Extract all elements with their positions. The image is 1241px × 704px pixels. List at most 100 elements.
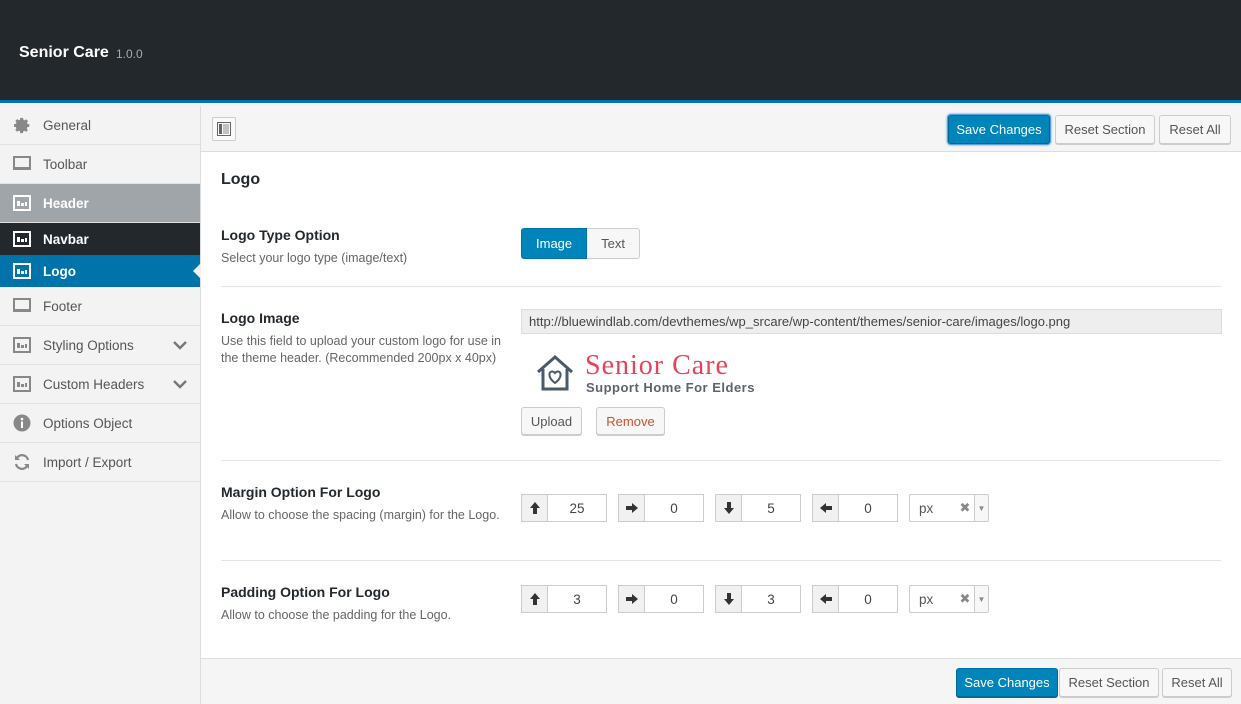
arrow-right-icon bbox=[618, 585, 645, 613]
logo-type-toggle: Image Text bbox=[521, 228, 640, 259]
refresh-icon bbox=[13, 454, 31, 470]
sidebar-item-label: Footer bbox=[43, 298, 83, 314]
padding-unit-select[interactable]: px ✖ ▼ bbox=[909, 585, 989, 613]
padding-left-input[interactable]: 0 bbox=[839, 585, 898, 613]
margin-bottom-field: 5 bbox=[715, 494, 801, 522]
margin-desc: Allow to choose the spacing (margin) for… bbox=[221, 508, 500, 522]
sidebar-item-label: General bbox=[43, 117, 92, 133]
gear-icon bbox=[13, 117, 31, 133]
logo-type-image-option[interactable]: Image bbox=[521, 228, 588, 259]
logo-type-text-option[interactable]: Text bbox=[587, 228, 640, 259]
logo-image-label: Logo Image bbox=[221, 310, 300, 326]
margin-bottom-input[interactable]: 5 bbox=[742, 494, 801, 522]
sidebar-item-styling-options[interactable]: Styling Options bbox=[0, 326, 200, 365]
logo-type-label: Logo Type Option bbox=[221, 227, 340, 243]
panel-toggle-icon[interactable] bbox=[212, 117, 236, 141]
sidebar-item-label: Toolbar bbox=[43, 156, 88, 172]
layout-icon bbox=[13, 195, 31, 211]
reset-section-button[interactable]: Reset Section bbox=[1055, 115, 1155, 144]
save-button[interactable]: Save Changes bbox=[956, 668, 1058, 697]
margin-top-field: 25 bbox=[521, 494, 607, 522]
logo-preview: Senior Care Support Home For Elders bbox=[517, 338, 819, 404]
options-toolbar: Save Changes Reset Section Reset All bbox=[201, 106, 1241, 152]
margin-unit-select[interactable]: px ✖ ▼ bbox=[909, 494, 989, 522]
top-header: Senior Care 1.0.0 bbox=[0, 0, 1241, 103]
sidebar-item-label: Header bbox=[43, 195, 89, 211]
layout-icon bbox=[13, 376, 31, 392]
reset-section-button[interactable]: Reset Section bbox=[1059, 668, 1159, 697]
padding-left-field: 0 bbox=[812, 585, 898, 613]
logo-brand-text: Senior Care bbox=[585, 350, 729, 381]
remove-button[interactable]: Remove bbox=[596, 407, 665, 435]
sidebar-item-options-object[interactable]: Options Object bbox=[0, 404, 200, 443]
padding-top-field: 3 bbox=[521, 585, 607, 613]
margin-left-input[interactable]: 0 bbox=[839, 494, 898, 522]
options-footer-bar: Save Changes Reset Section Reset All bbox=[201, 658, 1241, 704]
divider bbox=[221, 460, 1221, 461]
reset-all-button[interactable]: Reset All bbox=[1159, 115, 1231, 144]
padding-desc: Allow to choose the padding for the Logo… bbox=[221, 608, 452, 622]
reset-all-button[interactable]: Reset All bbox=[1162, 668, 1232, 697]
monitor-icon bbox=[13, 298, 31, 314]
monitor-icon bbox=[13, 156, 31, 172]
caret-down-icon[interactable]: ▼ bbox=[974, 495, 988, 521]
arrow-up-icon bbox=[521, 494, 548, 522]
chevron-down-icon[interactable] bbox=[172, 337, 188, 353]
layout-icon bbox=[13, 231, 31, 247]
house-heart-icon bbox=[537, 354, 573, 391]
padding-bottom-field: 3 bbox=[715, 585, 801, 613]
caret-down-icon[interactable]: ▼ bbox=[974, 586, 988, 612]
logo-type-desc: Select your logo type (image/text) bbox=[221, 251, 408, 265]
arrow-left-icon bbox=[812, 494, 839, 522]
margin-right-field: 0 bbox=[618, 494, 704, 522]
sidebar: General Toolbar Header Navbar Logo Foote… bbox=[0, 106, 201, 704]
arrow-right-icon bbox=[618, 494, 645, 522]
arrow-down-icon bbox=[715, 585, 742, 613]
chevron-down-icon[interactable] bbox=[172, 376, 188, 392]
info-icon bbox=[13, 414, 31, 432]
sidebar-item-label: Navbar bbox=[43, 231, 89, 247]
clear-icon[interactable]: ✖ bbox=[956, 591, 974, 607]
section-title: Logo bbox=[221, 171, 261, 188]
sidebar-item-header[interactable]: Header bbox=[0, 184, 200, 223]
sidebar-item-footer[interactable]: Footer bbox=[0, 287, 200, 326]
sidebar-item-label: Custom Headers bbox=[43, 376, 145, 392]
divider bbox=[221, 560, 1221, 561]
arrow-left-icon bbox=[812, 585, 839, 613]
logo-url-field[interactable]: http://bluewindlab.com/devthemes/wp_srca… bbox=[521, 309, 1222, 334]
arrow-down-icon bbox=[715, 494, 742, 522]
padding-bottom-input[interactable]: 3 bbox=[742, 585, 801, 613]
padding-right-field: 0 bbox=[618, 585, 704, 613]
sidebar-item-label: Logo bbox=[43, 263, 76, 279]
unit-value: px bbox=[919, 591, 934, 607]
sidebar-item-custom-headers[interactable]: Custom Headers bbox=[0, 365, 200, 404]
margin-label: Margin Option For Logo bbox=[221, 484, 381, 500]
save-button[interactable]: Save Changes bbox=[948, 115, 1050, 144]
logo-settings-panel: Logo Logo Type Option Select your logo t… bbox=[201, 152, 1241, 658]
sidebar-item-toolbar[interactable]: Toolbar bbox=[0, 145, 200, 184]
padding-label: Padding Option For Logo bbox=[221, 584, 390, 600]
logo-tagline-text: Support Home For Elders bbox=[586, 380, 755, 395]
clear-icon[interactable]: ✖ bbox=[956, 500, 974, 516]
sidebar-item-import-export[interactable]: Import / Export bbox=[0, 443, 200, 482]
margin-left-field: 0 bbox=[812, 494, 898, 522]
logo-image-desc: Use this field to upload your custom log… bbox=[221, 334, 502, 365]
divider bbox=[221, 286, 1221, 287]
layout-icon bbox=[13, 263, 31, 279]
app-title: Senior Care bbox=[19, 44, 109, 61]
sidebar-item-logo[interactable]: Logo bbox=[0, 255, 201, 287]
sidebar-item-general[interactable]: General bbox=[0, 106, 200, 145]
padding-right-input[interactable]: 0 bbox=[645, 585, 704, 613]
sidebar-item-label: Options Object bbox=[43, 415, 133, 431]
margin-right-input[interactable]: 0 bbox=[645, 494, 704, 522]
unit-value: px bbox=[919, 500, 934, 516]
margin-top-input[interactable]: 25 bbox=[548, 494, 607, 522]
layout-icon bbox=[13, 337, 31, 353]
padding-top-input[interactable]: 3 bbox=[548, 585, 607, 613]
sidebar-item-label: Import / Export bbox=[43, 454, 132, 470]
upload-button[interactable]: Upload bbox=[521, 407, 582, 435]
sidebar-item-navbar[interactable]: Navbar bbox=[0, 223, 200, 255]
sidebar-item-label: Styling Options bbox=[43, 337, 134, 353]
arrow-up-icon bbox=[521, 585, 548, 613]
app-version: 1.0.0 bbox=[116, 47, 143, 61]
